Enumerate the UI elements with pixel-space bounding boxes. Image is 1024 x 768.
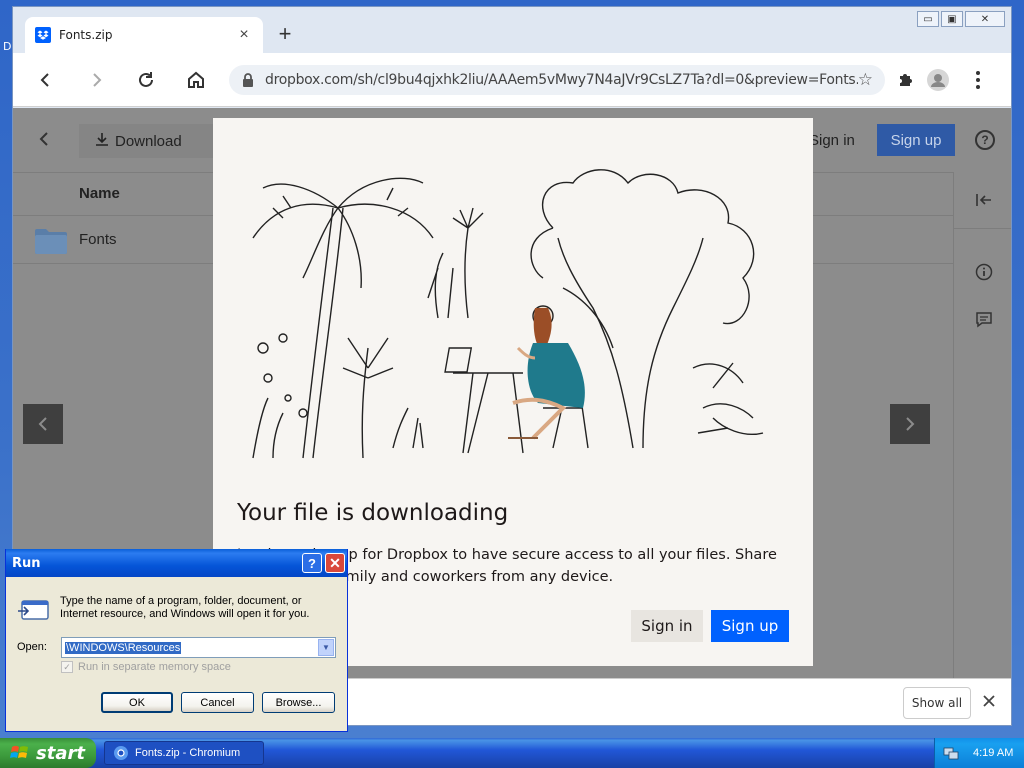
next-arrow-button[interactable]: [890, 404, 930, 444]
comment-icon[interactable]: [972, 308, 996, 332]
collapse-panel-icon[interactable]: [972, 188, 996, 212]
clock: 4:19 AM: [973, 747, 1014, 759]
download-icon: [95, 132, 109, 150]
desktop-icon-label: D: [3, 40, 12, 53]
arrow-left-icon: [40, 73, 49, 87]
windows-flag-icon: [10, 745, 28, 758]
minimize-button[interactable]: ▭: [917, 11, 939, 27]
modal-sign-up-button[interactable]: Sign up: [711, 610, 789, 642]
open-input-value: \WINDOWS\Resources: [65, 641, 182, 654]
close-window-button[interactable]: ✕: [965, 11, 1005, 27]
chromium-icon: [114, 746, 128, 760]
download-label: Download: [115, 132, 182, 150]
file-name: Fonts: [79, 231, 117, 248]
reload-icon: [139, 72, 153, 87]
right-rail: [953, 172, 1011, 678]
info-icon[interactable]: [972, 260, 996, 284]
ok-button[interactable]: OK: [101, 692, 173, 713]
dropbox-icon: [35, 27, 51, 43]
forward-button[interactable]: [81, 65, 111, 95]
header-sign-up-button[interactable]: Sign up: [877, 124, 955, 156]
url-text: dropbox.com/sh/cl9bu4qjxhk2liu/AAAem5vMw…: [265, 72, 858, 88]
puzzle-icon: [900, 74, 912, 86]
kebab-menu-icon: [976, 71, 980, 89]
reload-button[interactable]: [131, 65, 161, 95]
open-label: Open:: [17, 641, 47, 653]
avatar-icon: [927, 69, 949, 91]
name-column-header[interactable]: Name: [79, 185, 120, 202]
cancel-button[interactable]: Cancel: [181, 692, 254, 713]
new-tab-button[interactable]: +: [271, 21, 299, 49]
close-button[interactable]: ✕: [325, 553, 345, 573]
modal-title: Your file is downloading: [237, 500, 509, 526]
browser-toolbar: dropbox.com/sh/cl9bu4qjxhk2liu/AAAem5vMw…: [13, 53, 1011, 107]
garden-illustration: [252, 169, 764, 459]
rail-divider: [954, 228, 1011, 229]
home-button[interactable]: [181, 65, 211, 95]
folder-icon: [35, 229, 67, 254]
system-tray: 4:19 AM: [934, 738, 1024, 768]
profile-button[interactable]: [925, 67, 951, 93]
start-label: start: [36, 742, 85, 764]
back-button[interactable]: [31, 65, 61, 95]
maximize-button[interactable]: ▣: [941, 11, 963, 27]
dropdown-arrow-icon[interactable]: ▼: [318, 639, 334, 656]
checkbox-label: Run in separate memory space: [78, 661, 231, 673]
arrow-right-icon: [93, 73, 102, 87]
home-icon: [188, 71, 204, 88]
open-input[interactable]: \WINDOWS\Resources ▼: [61, 637, 336, 658]
extensions-button[interactable]: [893, 67, 919, 93]
tab-strip: Fonts.zip × + ▭ ▣ ✕: [13, 7, 1011, 53]
download-button[interactable]: Download: [79, 124, 219, 158]
bookmark-star-icon[interactable]: ☆: [858, 70, 873, 90]
window-controls: ▭ ▣ ✕: [917, 11, 1005, 29]
modal-sign-in-button[interactable]: Sign in: [631, 610, 703, 642]
tab-title: Fonts.zip: [59, 28, 113, 42]
previous-arrow-button[interactable]: [23, 404, 63, 444]
run-description: Type the name of a program, folder, docu…: [60, 595, 310, 620]
shelf-close-icon[interactable]: [983, 691, 995, 712]
browse-button[interactable]: Browse...: [262, 692, 335, 713]
taskbar: start Fonts.zip - Chromium 4:19 AM: [0, 738, 1024, 768]
show-all-button[interactable]: Show all: [903, 687, 971, 719]
start-button[interactable]: start: [0, 738, 96, 768]
network-icon[interactable]: [943, 745, 959, 761]
page-back-icon[interactable]: [37, 130, 51, 153]
run-program-icon: [18, 600, 49, 620]
separate-memory-checkbox[interactable]: ✓ Run in separate memory space: [61, 661, 231, 673]
task-label: Fonts.zip - Chromium: [135, 747, 241, 759]
help-icon[interactable]: ?: [975, 130, 995, 150]
taskbar-item-chromium[interactable]: Fonts.zip - Chromium: [104, 741, 264, 765]
header-sign-in-link[interactable]: Sign in: [809, 132, 855, 149]
run-dialog: Run ? ✕ Type the name of a program, fold…: [5, 549, 348, 732]
checkbox-icon: ✓: [61, 661, 73, 673]
run-dialog-title: Run: [6, 549, 347, 577]
address-bar[interactable]: dropbox.com/sh/cl9bu4qjxhk2liu/AAAem5vMw…: [229, 65, 885, 95]
tab-close-icon[interactable]: ×: [235, 26, 253, 44]
lock-icon: [243, 73, 253, 87]
menu-button[interactable]: [965, 67, 991, 93]
tab-fonts-zip[interactable]: Fonts.zip ×: [25, 17, 263, 53]
help-button[interactable]: ?: [302, 553, 322, 573]
